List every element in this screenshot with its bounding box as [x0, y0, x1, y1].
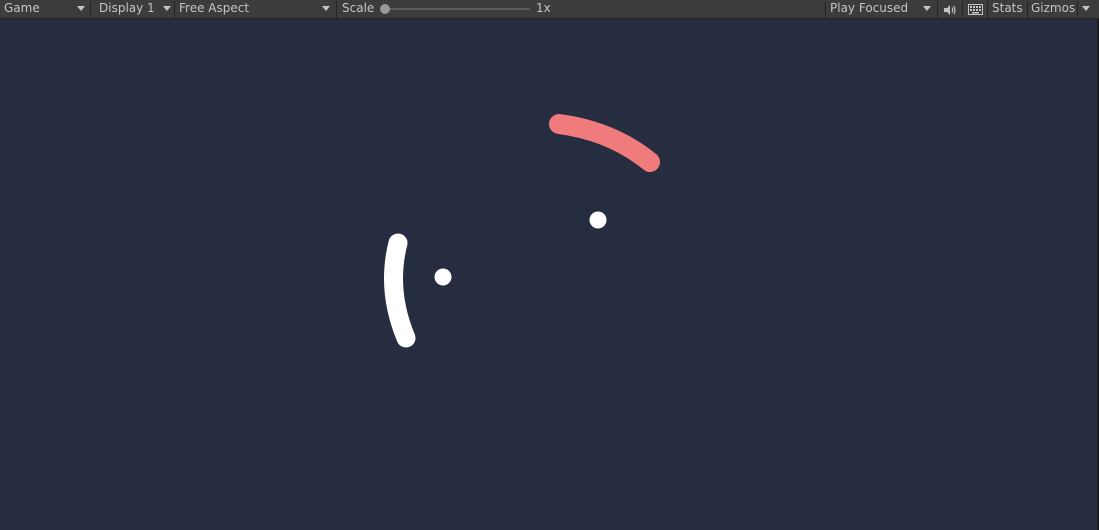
chevron-down-icon	[163, 6, 171, 11]
view-mode-label: Game	[4, 1, 40, 15]
chevron-down-icon	[322, 6, 330, 11]
chevron-down-icon	[77, 6, 85, 11]
play-mode-label: Play Focused	[830, 1, 909, 15]
gizmos-dropdown[interactable]	[1078, 0, 1099, 18]
scale-slider-track[interactable]	[384, 8, 530, 10]
keyboard-shortcuts-button[interactable]	[963, 1, 987, 18]
stats-button[interactable]: Stats	[988, 0, 1027, 18]
red-arc	[549, 114, 660, 172]
chevron-down-icon	[1082, 6, 1090, 11]
game-scene	[384, 114, 660, 348]
scale-label: Scale	[342, 1, 375, 15]
speaker-icon	[944, 4, 956, 15]
white-dot-left	[434, 268, 452, 286]
white-arc	[384, 233, 416, 348]
scale-value: 1x	[536, 1, 551, 15]
toolbar-divider	[336, 1, 337, 18]
display-dropdown[interactable]: Display 1	[95, 0, 174, 18]
keyboard-icon	[967, 4, 983, 15]
toolbar-divider	[90, 1, 91, 18]
aspect-label: Free Aspect	[179, 1, 250, 15]
view-mode-dropdown[interactable]: Game	[0, 0, 89, 18]
chevron-down-icon	[923, 6, 931, 11]
aspect-dropdown[interactable]: Free Aspect	[175, 0, 335, 18]
gizmos-button[interactable]: Gizmos	[1027, 0, 1077, 18]
display-label: Display 1	[99, 1, 155, 15]
game-viewport[interactable]	[0, 19, 1099, 530]
mute-audio-button[interactable]	[938, 1, 962, 18]
play-mode-dropdown[interactable]: Play Focused	[826, 0, 936, 18]
white-dot-right	[589, 211, 607, 229]
scale-slider-handle[interactable]	[380, 4, 390, 14]
game-view-toolbar: Game Display 1 Free Aspect Scale 1x Play…	[0, 0, 1099, 19]
